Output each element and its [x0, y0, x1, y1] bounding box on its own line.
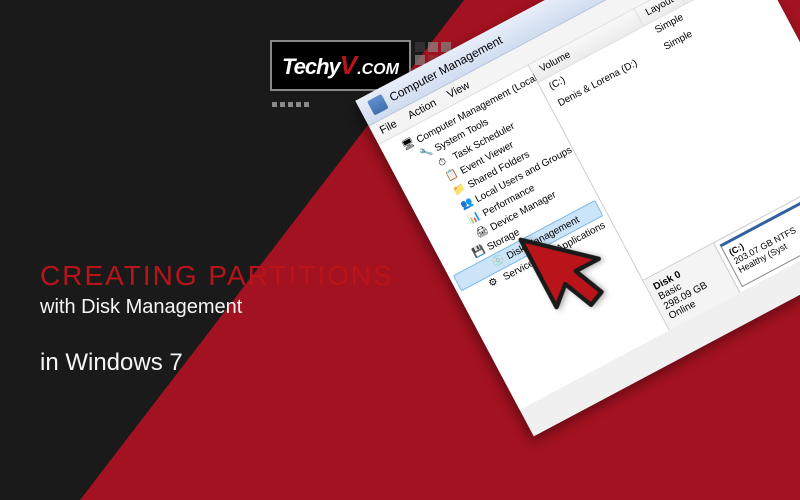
- app-icon: [367, 94, 389, 116]
- services-icon: ⚙: [487, 274, 503, 290]
- logo-text-v: V: [340, 50, 357, 80]
- partition-c[interactable]: (C:) 203.07 GB NTFS Healthy (Syst: [720, 195, 800, 287]
- logo-text-techy: Techy: [282, 54, 340, 79]
- disk-panel: Disk 0 Basic 298.09 GB Online (C:) 203.0…: [643, 162, 800, 330]
- logo-dots: [272, 102, 309, 107]
- menu-file[interactable]: File: [378, 118, 399, 137]
- logo-text-com: .COM: [357, 61, 399, 78]
- title-line-2: with Disk Management: [40, 296, 394, 319]
- title-line-3: in Windows 7: [40, 349, 394, 377]
- main-title: CREATING PARTITIONS with Disk Management…: [40, 260, 394, 377]
- title-line-1: CREATING PARTITIONS: [40, 260, 394, 292]
